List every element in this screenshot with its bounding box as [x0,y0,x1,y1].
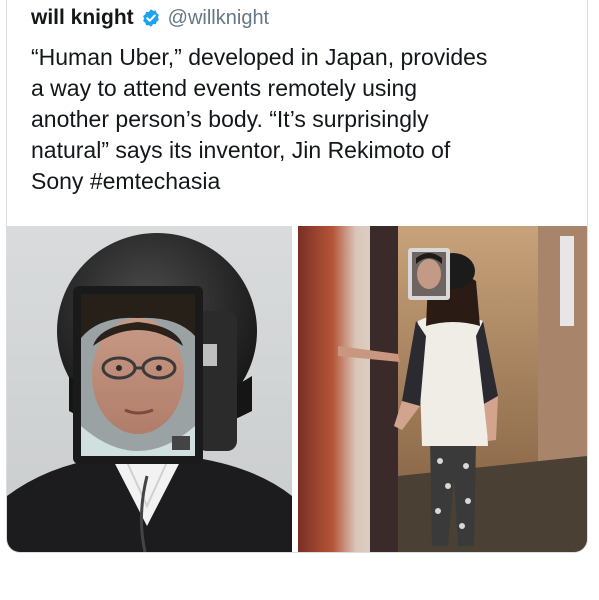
tweet-card[interactable]: will knight @willknight “Human Uber,” de… [6,0,588,553]
tweet-text-line: Sony #emtechasia [31,166,581,197]
tweet-text: “Human Uber,” developed in Japan, provid… [31,42,581,197]
hashtag-link[interactable]: #emtechasia [90,168,220,194]
tweet-text-last-line: Sony [31,168,90,194]
verified-badge-icon [141,8,161,28]
tweet-media [7,226,587,552]
display-name[interactable]: will knight [31,6,134,30]
tweet-header: will knight @willknight [31,6,269,30]
photo-person-wearing-tablet[interactable] [298,226,587,552]
tweet-text-line: “Human Uber,” developed in Japan, provid… [31,44,488,70]
tweet-text-line: another person’s body. “It’s surprisingl… [31,106,429,132]
user-handle[interactable]: @willknight [168,7,269,30]
photo-helmet-tablet-closeup[interactable] [7,226,292,552]
tweet-text-line: a way to attend events remotely using [31,75,418,101]
tweet-text-line: natural” says its inventor, Jin Rekimoto… [31,137,451,163]
